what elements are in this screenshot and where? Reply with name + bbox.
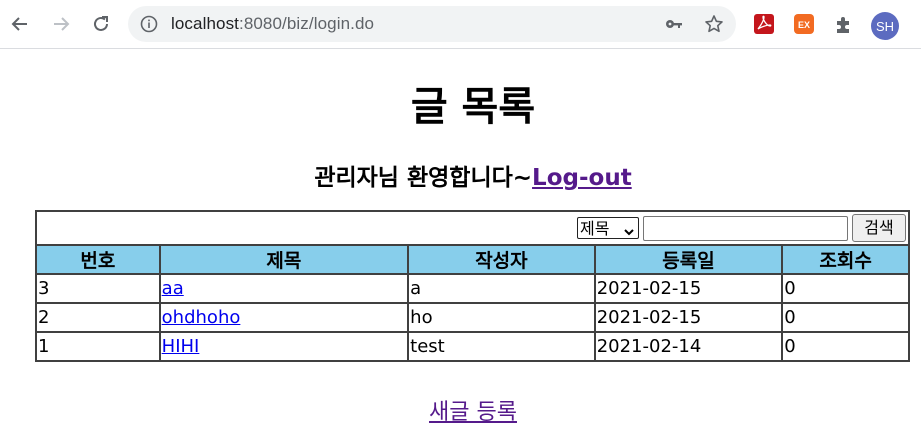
board-table: 제목 검색 번호 제목 작성자 등록일 조회수 3 aa a 2021-02-15… — [35, 210, 910, 362]
cell-seq: 3 — [35, 273, 161, 304]
site-info-icon[interactable] — [140, 15, 158, 33]
cell-cnt: 0 — [781, 273, 910, 304]
cell-seq: 2 — [35, 302, 161, 333]
search-condition-select[interactable]: 제목 — [577, 217, 639, 239]
new-post-link[interactable]: 새글 등록 — [429, 400, 517, 425]
search-condition-value: 제목 — [580, 219, 610, 238]
post-title-link[interactable]: aa — [162, 278, 184, 299]
cell-writer: ho — [407, 302, 596, 333]
cell-writer: test — [407, 331, 596, 362]
cell-regdate: 2021-02-15 — [593, 302, 784, 333]
cell-title: aa — [158, 273, 410, 304]
puzzle-icon[interactable] — [832, 12, 856, 36]
pdf-extension-icon[interactable] — [752, 12, 776, 36]
back-arrow-icon[interactable] — [5, 9, 35, 39]
address-bar[interactable]: localhost:8080/biz/login.do — [128, 6, 736, 42]
cell-seq: 1 — [35, 331, 161, 362]
column-header-writer: 작성자 — [407, 244, 596, 275]
page-title: 글 목록 — [410, 84, 536, 130]
column-header-title: 제목 — [158, 244, 410, 275]
logout-link[interactable]: Log-out — [532, 165, 632, 191]
cell-title: HIHI — [158, 331, 410, 362]
reload-icon[interactable] — [86, 9, 116, 39]
cell-cnt: 0 — [781, 302, 910, 333]
cell-regdate: 2021-02-15 — [593, 273, 784, 304]
ex-extension-icon[interactable]: EX — [792, 12, 816, 36]
star-icon[interactable] — [704, 14, 724, 34]
post-title-link[interactable]: ohdhoho — [162, 307, 241, 328]
avatar[interactable]: SH — [871, 12, 899, 40]
column-header-cnt: 조회수 — [781, 244, 910, 275]
welcome-message: 관리자님 환영합니다~Log-out — [0, 158, 921, 192]
cell-title: ohdhoho — [158, 302, 410, 333]
svg-text:EX: EX — [798, 20, 810, 30]
cell-cnt: 0 — [781, 331, 910, 362]
table-row: 1 HIHI test 2021-02-14 0 — [35, 331, 910, 362]
table-row: 3 aa a 2021-02-15 0 — [35, 273, 910, 304]
post-title-link[interactable]: HIHI — [162, 336, 200, 357]
welcome-text: 관리자님 환영합니다~ — [314, 165, 533, 191]
new-post-container: 새글 등록 — [0, 394, 921, 426]
search-cell: 제목 검색 — [35, 210, 910, 246]
search-keyword-input[interactable] — [643, 215, 848, 241]
forward-arrow-icon[interactable] — [46, 9, 76, 39]
table-header-row: 번호 제목 작성자 등록일 조회수 — [35, 244, 910, 275]
table-row: 2 ohdhoho ho 2021-02-15 0 — [35, 302, 910, 333]
search-button[interactable]: 검색 — [852, 214, 906, 242]
url-text[interactable]: localhost:8080/biz/login.do — [171, 14, 374, 34]
cell-writer: a — [407, 273, 596, 304]
key-icon[interactable] — [664, 14, 684, 34]
browser-toolbar: localhost:8080/biz/login.do EX SH — [0, 0, 921, 49]
search-row: 제목 검색 — [35, 210, 910, 246]
chevron-down-icon — [623, 222, 635, 244]
column-header-regdate: 등록일 — [593, 244, 784, 275]
cell-regdate: 2021-02-14 — [593, 331, 784, 362]
column-header-seq: 번호 — [35, 244, 161, 275]
